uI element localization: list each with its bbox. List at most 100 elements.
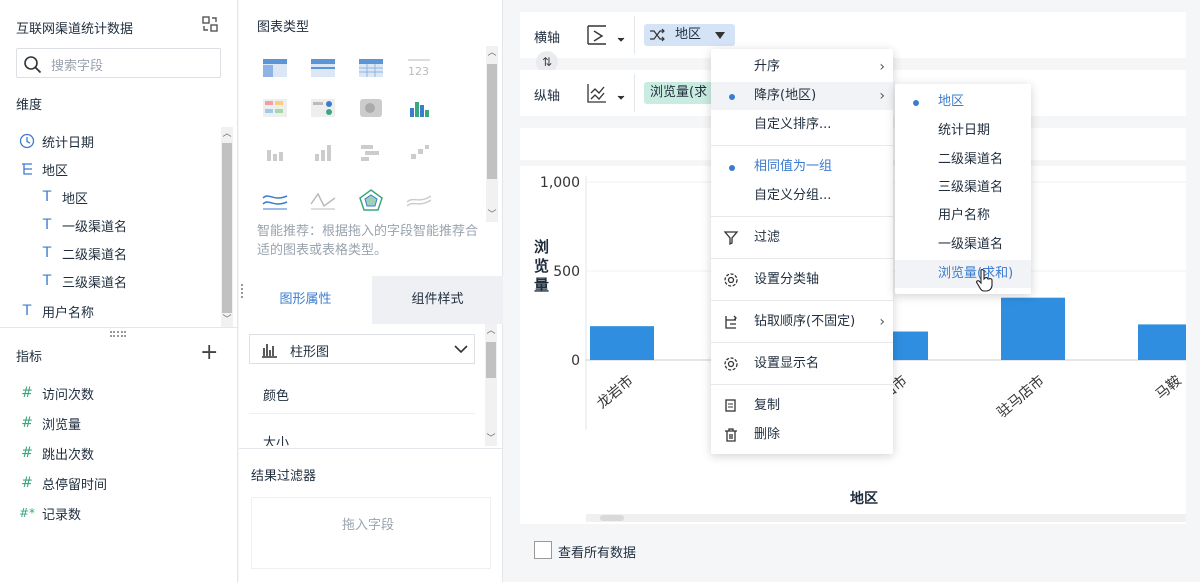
scroll-thumb[interactable] (222, 143, 232, 313)
scroll-down-icon[interactable]: ﹀ (486, 208, 498, 222)
chart-type-scrollbar[interactable]: ︿ ﹀ (486, 46, 498, 222)
submenu-item[interactable]: 用户名称 (895, 202, 1031, 230)
scroll-up-icon[interactable]: ︿ (221, 127, 233, 141)
resize-handle[interactable] (110, 331, 126, 337)
submenu-item[interactable]: 二级渠道名 (895, 146, 1031, 174)
heatmap-icon[interactable] (357, 96, 385, 120)
text-icon: T (42, 245, 52, 261)
measure-item[interactable]: # 跳出次数 (16, 438, 216, 468)
show-all-checkbox[interactable] (534, 541, 552, 559)
divider (634, 74, 635, 112)
text-icon: T (42, 217, 52, 233)
dimension-item-channel2[interactable]: T 二级渠道名 (16, 239, 216, 267)
waterfall-icon[interactable] (405, 140, 433, 164)
chevron-right-icon: › (879, 88, 885, 104)
tab-graph-properties[interactable]: 图形属性 (239, 276, 372, 324)
text-icon: T (22, 303, 32, 319)
menu-item-set-category-axis[interactable]: 设置分类轴 (711, 266, 893, 294)
menu-item-drill-order[interactable]: 钻取顺序(不固定) › (711, 308, 893, 336)
switch-dataset-icon[interactable] (200, 14, 220, 34)
gear-icon (724, 273, 738, 287)
dot-table-icon[interactable] (309, 96, 337, 120)
sort-by-submenu: 地区 统计日期 二级渠道名 三级渠道名 用户名称 一级渠道名 浏览量(求和) (895, 84, 1031, 294)
menu-separator (711, 258, 893, 259)
line-chart-icon[interactable] (261, 188, 289, 212)
menu-item-custom-sort[interactable]: 自定义排序... (711, 111, 893, 139)
menu-item-ascending[interactable]: 升序 › (711, 53, 893, 81)
filter-drop-zone[interactable]: 拖入字段 (251, 497, 491, 569)
bar-chart-icon[interactable] (261, 140, 289, 164)
selected-dot-icon (913, 100, 919, 106)
dimension-scrollbar[interactable]: ︿ ﹀ (221, 127, 233, 327)
dimension-item-username[interactable]: T 用户名称 (16, 297, 216, 325)
area-line-icon[interactable] (309, 188, 337, 212)
y-axis-type-icon[interactable] (586, 81, 626, 105)
bar (1001, 297, 1065, 360)
context-menu: 升序 › 降序(地区) › 自定义排序... 相同值为一组 自定义分组... 过滤 … (711, 49, 893, 454)
menu-item-delete[interactable]: 删除 (711, 421, 893, 449)
scroll-down-icon[interactable]: ﹀ (485, 432, 497, 446)
tab-component-style[interactable]: 组件样式 (372, 276, 503, 324)
grouped-bar-icon[interactable] (405, 96, 433, 120)
radar-chart-icon[interactable] (357, 188, 385, 212)
dimension-item-region[interactable]: T 地区 (16, 183, 216, 211)
horizontal-scrollbar[interactable] (586, 514, 1186, 522)
measure-item[interactable]: # 访问次数 (16, 378, 216, 408)
table-icon[interactable] (261, 56, 289, 80)
y-axis-title: 浏览量 (534, 238, 550, 294)
measure-item[interactable]: # 总停留时间 (16, 468, 216, 498)
submenu-item[interactable]: 一级渠道名 (895, 231, 1031, 259)
add-measure-button[interactable]: + (200, 340, 218, 365)
recommend-text: 智能推荐：根据拖入的字段智能推荐合适的图表或表格类型。 (257, 224, 479, 258)
dimension-item-channel1[interactable]: T 一级渠道名 (16, 211, 216, 239)
number-icon: # (21, 475, 33, 491)
cross-table-icon[interactable] (309, 56, 337, 80)
measure-item[interactable]: #* 记录数 (16, 498, 216, 528)
colored-table-icon[interactable] (261, 96, 289, 120)
submenu-item-hover[interactable]: 浏览量(求和) (895, 260, 1031, 288)
drag-handle[interactable] (241, 284, 245, 298)
menu-item-custom-group[interactable]: 自定义分组... (711, 182, 893, 210)
search-input[interactable]: 搜索字段 (16, 48, 221, 78)
dimension-item-region-tree[interactable]: 地区 (16, 155, 216, 183)
property-scrollbar[interactable]: ︿ ﹀ (485, 324, 497, 446)
submenu-item[interactable]: 地区 (895, 88, 1031, 116)
scroll-thumb[interactable] (600, 515, 624, 521)
menu-item-set-display-name[interactable]: 设置显示名 (711, 350, 893, 378)
menu-item-same-value-group[interactable]: 相同值为一组 (711, 153, 893, 181)
menu-item-copy[interactable]: 复制 (711, 392, 893, 420)
dimension-item-date[interactable]: 统计日期 (16, 127, 216, 155)
column-chart-icon[interactable] (309, 140, 337, 164)
number-icon: # (21, 445, 33, 461)
menu-item-descending[interactable]: 降序(地区) › (711, 82, 893, 110)
kpi-icon[interactable]: 123 (405, 56, 433, 80)
dimension-list: 统计日期 地区 T 地区 T 一级渠道名 T 二级渠道名 T 三级渠道名 T 用… (16, 127, 216, 325)
selected-dot-icon (729, 94, 735, 100)
chevron-down-icon (454, 345, 468, 354)
scroll-thumb[interactable] (487, 64, 497, 179)
size-property[interactable]: 大小 (249, 420, 475, 446)
y-tick-label: 500 (553, 264, 580, 280)
scroll-up-icon[interactable]: ︿ (486, 46, 498, 60)
submenu-item[interactable]: 统计日期 (895, 117, 1031, 145)
chart-type-select[interactable]: 柱形图 (249, 334, 475, 364)
x-axis-type-icon[interactable] (586, 23, 626, 47)
range-area-icon[interactable] (405, 188, 433, 212)
search-placeholder: 搜索字段 (51, 59, 104, 74)
submenu-item[interactable]: 三级渠道名 (895, 174, 1031, 202)
scroll-thumb[interactable] (486, 342, 496, 378)
menu-item-filter[interactable]: 过滤 (711, 224, 893, 252)
x-axis-pill[interactable]: 地区 (644, 24, 735, 46)
stacked-bar-icon[interactable] (357, 140, 385, 164)
measure-item[interactable]: # 浏览量 (16, 408, 216, 438)
measure-header: 指标 (16, 350, 43, 365)
detail-table-icon[interactable] (357, 56, 385, 80)
dimension-item-channel3[interactable]: T 三级渠道名 (16, 267, 216, 295)
color-property[interactable]: 颜色 (249, 372, 475, 414)
scroll-up-icon[interactable]: ︿ (485, 324, 497, 338)
scroll-down-icon[interactable]: ﹀ (221, 313, 233, 327)
y-axis-pill[interactable]: 浏览量(求 (644, 82, 714, 104)
copy-icon (725, 399, 736, 412)
dataset-title: 互联网渠道统计数据 (16, 22, 134, 37)
menu-separator (711, 216, 893, 217)
